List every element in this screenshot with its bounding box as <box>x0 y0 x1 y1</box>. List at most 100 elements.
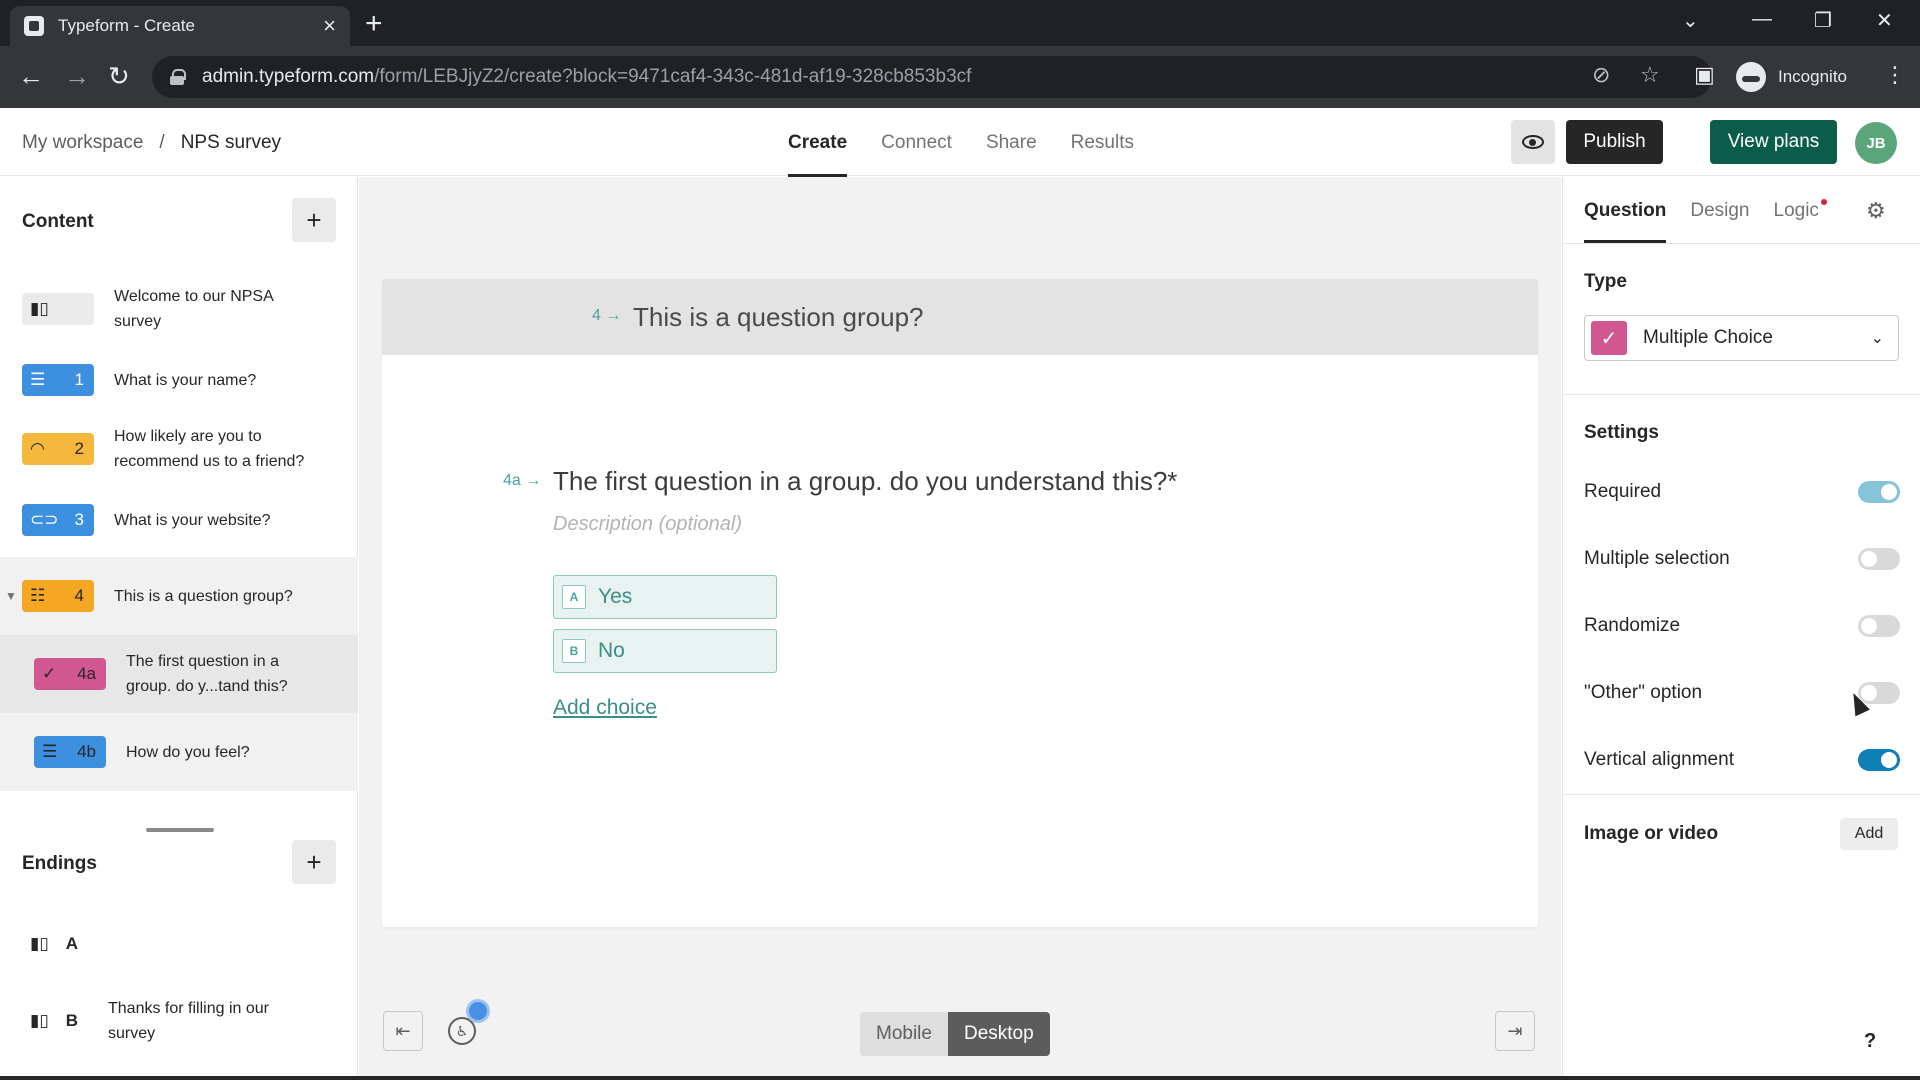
collapse-caret-icon[interactable]: ▼ <box>5 589 17 603</box>
new-tab-icon[interactable]: + <box>365 8 383 40</box>
question-type-select[interactable]: ✓ Multiple Choice ⌄ <box>1584 315 1899 361</box>
q1-badge: ☰ 1 <box>22 364 94 396</box>
sidebar-item-label: What is your website? <box>114 511 271 529</box>
reload-icon[interactable]: ↻ <box>108 60 130 92</box>
add-image-button[interactable]: Add <box>1840 818 1898 850</box>
notification-dot <box>466 999 490 1023</box>
ending-b-number: B <box>65 1011 78 1030</box>
add-choice-link[interactable]: Add choice <box>553 696 657 720</box>
description-input[interactable]: Description (optional) <box>553 513 742 536</box>
minimize-icon[interactable]: — <box>1752 8 1772 31</box>
browser-tab[interactable]: Typeform - Create × <box>10 6 350 46</box>
tab-design[interactable]: Design <box>1690 177 1749 243</box>
randomize-label: Randomize <box>1584 615 1681 636</box>
question-type-value: Multiple Choice <box>1643 327 1773 348</box>
sidebar-item-q4a[interactable]: ✓ 4a The first question in a group. do y… <box>0 635 358 713</box>
randomize-toggle[interactable] <box>1858 615 1900 637</box>
logic-alert-dot <box>1820 199 1827 205</box>
close-window-icon[interactable]: ✕ <box>1876 8 1893 33</box>
publish-button[interactable]: Publish <box>1566 120 1663 164</box>
tab-share[interactable]: Share <box>986 108 1037 176</box>
tab-results[interactable]: Results <box>1071 108 1134 176</box>
browser-menu-icon[interactable]: ⋮ <box>1884 62 1906 88</box>
back-icon[interactable]: ← <box>18 60 44 92</box>
forward-icon[interactable]: → <box>64 60 90 92</box>
question-group-header[interactable]: 4 → This is a question group? <box>382 279 1538 355</box>
endings-section-title: Endings <box>22 853 97 874</box>
view-plans-button[interactable]: View plans <box>1710 120 1837 164</box>
breadcrumb-form[interactable]: NPS survey <box>181 132 281 154</box>
sidebar-item-welcome[interactable]: ▮▯ Welcome to our NPSA survey <box>0 277 358 341</box>
choice-label[interactable]: Yes <box>598 585 632 609</box>
type-label: Type <box>1584 271 1627 292</box>
welcome-badge: ▮▯ <box>22 293 94 325</box>
sidebar-item-q4-group[interactable]: ▼ ☷ 4 This is a question group? <box>0 557 358 635</box>
required-toggle[interactable] <box>1858 481 1900 503</box>
collapse-right-panel-button[interactable]: ⇥ <box>1495 1011 1535 1051</box>
mobile-view-button[interactable]: Mobile <box>860 1012 948 1056</box>
question-title[interactable]: The first question in a group. do you un… <box>553 466 1177 497</box>
browser-toolbar: ← → ↻ admin.typeform.com /form/LEBJjyZ2/… <box>0 46 1920 108</box>
panel-tabs: Question Design Logic <box>1584 177 1827 243</box>
side-panel-icon[interactable]: ▣ <box>1694 62 1715 88</box>
sidebar-item-q1[interactable]: ☰ 1 What is your name? <box>0 357 358 403</box>
opinion-scale-icon: ◠ <box>30 439 45 458</box>
tab-logic[interactable]: Logic <box>1774 177 1827 243</box>
sidebar-item-q3[interactable]: ⊂⊃ 3 What is your website? <box>0 497 358 543</box>
choice-label[interactable]: No <box>598 639 625 663</box>
content-section-title: Content <box>22 211 94 232</box>
group-title[interactable]: This is a question group? <box>633 302 924 333</box>
q4-number: 4 <box>74 586 84 605</box>
restore-icon[interactable]: ❐ <box>1814 8 1832 33</box>
avatar[interactable]: JB <box>1855 122 1897 164</box>
divider <box>1563 394 1920 395</box>
close-tab-icon[interactable]: × <box>323 15 336 37</box>
tab-search-icon[interactable]: ⌄ <box>1682 8 1699 33</box>
add-ending-button[interactable]: + <box>292 840 336 884</box>
choice-key: A <box>562 585 586 609</box>
content-sidebar: Content + ▮▯ Welcome to our NPSA survey … <box>0 177 358 1080</box>
short-text-icon: ☰ <box>30 370 46 389</box>
choice-option[interactable]: B No <box>553 629 777 673</box>
tracking-blocked-icon[interactable]: ⊘ <box>1592 62 1610 88</box>
collapse-left-panel-button[interactable]: ⇤ <box>383 1011 423 1051</box>
incognito-indicator[interactable]: Incognito <box>1736 58 1847 96</box>
group-number: 4 → <box>592 307 622 324</box>
ending-icon: ▮▯ <box>30 934 49 953</box>
divider <box>1563 243 1920 244</box>
multiple-selection-toggle[interactable] <box>1858 548 1900 570</box>
choice-option[interactable]: A Yes <box>553 575 777 619</box>
breadcrumb-workspace[interactable]: My workspace <box>22 132 143 154</box>
tab-create[interactable]: Create <box>788 108 848 177</box>
ending-b-badge: ▮▯ B <box>22 1005 88 1037</box>
vertical-alignment-toggle[interactable] <box>1858 749 1900 771</box>
q3-number: 3 <box>74 510 84 529</box>
multiple-selection-label: Multiple selection <box>1584 548 1730 569</box>
preview-button[interactable] <box>1511 120 1555 164</box>
help-icon[interactable]: ? <box>1864 1030 1876 1053</box>
add-content-button[interactable]: + <box>292 198 336 242</box>
q4-badge: ☷ 4 <box>22 580 94 612</box>
ending-a-number: A <box>65 934 78 953</box>
required-label: Required <box>1584 481 1662 502</box>
q4b-number: 4b <box>77 742 96 761</box>
question-settings-panel: Question Design Logic ⚙ Type ✓ Multiple … <box>1562 177 1920 1080</box>
breadcrumb: My workspace / NPS survey <box>22 132 281 154</box>
chevron-down-icon: ⌄ <box>1870 330 1884 347</box>
desktop-view-button[interactable]: Desktop <box>947 1012 1050 1056</box>
gear-icon[interactable]: ⚙ <box>1866 198 1886 224</box>
url-path: /form/LEBJjyZ2/create?block=9471caf4-343… <box>374 66 972 87</box>
lock-icon <box>170 69 186 85</box>
address-bar[interactable]: admin.typeform.com /form/LEBJjyZ2/create… <box>152 56 1712 98</box>
sidebar-item-q4b[interactable]: ☰ 4b How do you feel? <box>0 713 358 791</box>
divider <box>1563 794 1920 795</box>
sidebar-resize-handle[interactable] <box>146 828 214 832</box>
tab-connect[interactable]: Connect <box>881 108 952 176</box>
bookmark-star-icon[interactable]: ☆ <box>1640 62 1660 88</box>
sidebar-item-label: What is your name? <box>114 371 257 389</box>
tab-question[interactable]: Question <box>1584 177 1667 243</box>
panel-collapse-icon: ⇥ <box>1507 1020 1523 1041</box>
sidebar-item-ending-b[interactable]: ▮▯ B Thanks for filling in our survey <box>0 989 358 1053</box>
sidebar-item-ending-a[interactable]: ▮▯ A <box>0 919 358 969</box>
sidebar-item-q2[interactable]: ◠ 2 How likely are you to recommend us t… <box>0 417 358 481</box>
